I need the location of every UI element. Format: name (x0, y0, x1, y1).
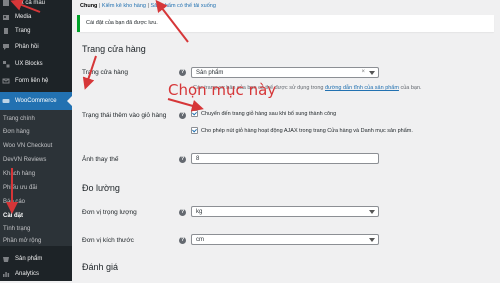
ajax-add-to-cart-checkbox[interactable] (191, 127, 198, 134)
submenu-item-orders[interactable]: Đơn hàng (3, 126, 30, 138)
shop-page-label: Trang cửa hàng (82, 69, 129, 76)
media-icon (2, 13, 12, 21)
redirect-to-cart-option[interactable]: Chuyển đến trang giỏ hàng sau khi bổ sun… (191, 110, 336, 117)
settings-main: Chung | Kiểm kê kho hàng | Sản phẩm có t… (72, 0, 500, 281)
checkbox-label: Chuyển đến trang giỏ hàng sau khi bổ sun… (201, 110, 337, 117)
clear-icon[interactable]: × (361, 69, 365, 75)
weight-unit-label: Đơn vị trọng lượng (82, 209, 137, 216)
help-tip-icon[interactable]: ? (179, 69, 186, 76)
mail-icon (2, 77, 12, 85)
comments-icon (2, 43, 12, 51)
description-text: của bạn. (398, 85, 422, 91)
woocommerce-icon (2, 97, 12, 105)
notice-text: Cài đặt của bạn đã được lưu. (86, 20, 158, 26)
section-heading-shop-pages: Trang cửa hàng (82, 44, 146, 54)
sidebar-item-contact-form[interactable]: Form liên hệ (0, 72, 72, 90)
submenu-item-customers[interactable]: Khách hàng (3, 168, 35, 180)
sidebar-item-label: Media (15, 14, 32, 20)
help-tip-icon[interactable]: ? (179, 209, 186, 216)
blocks-icon (2, 60, 12, 68)
products-icon (2, 255, 12, 263)
submenu-item-reports[interactable]: Báo cáo (3, 196, 25, 208)
sidebar-item-ux-blocks[interactable]: UX Blocks (0, 55, 72, 73)
sidebar-item-label: Sản phẩm (15, 256, 43, 262)
submenu-item-woo-vn-checkout[interactable]: Woo VN Checkout (3, 140, 52, 152)
settings-subtabs: Chung | Kiểm kê kho hàng | Sản phẩm có t… (80, 3, 216, 9)
sidebar-item-label: UX Blocks (15, 61, 43, 67)
select-value: cm (196, 237, 204, 243)
submenu-item-home[interactable]: Trang chính (3, 113, 35, 125)
sidebar-item-label: Form liên hệ (15, 78, 49, 84)
sidebar-item-label: Tất cả mẫu (15, 0, 46, 6)
chevron-down-icon (369, 210, 375, 214)
sidebar-item-comments[interactable]: Phản hồi (0, 38, 72, 56)
weight-unit-select[interactable]: kg (191, 206, 379, 217)
section-heading-measurements: Đo lường (82, 183, 120, 193)
shop-page-select[interactable]: Sản phẩm × (191, 67, 379, 78)
sidebar-item-label: Phản hồi (15, 44, 39, 50)
sidebar-item-label: WooCommerce (15, 98, 57, 104)
redirect-to-cart-checkbox[interactable] (191, 110, 198, 117)
page-icon (2, 27, 12, 35)
help-tip-icon[interactable]: ? (179, 112, 186, 119)
add-to-cart-behaviour-label: Trạng thái thêm vào giỏ hàng (82, 112, 167, 119)
tab-general[interactable]: Chung (80, 3, 97, 9)
tab-downloadable-products[interactable]: Sản phẩm có thể tải xuống (150, 3, 215, 9)
select-value: kg (196, 209, 203, 215)
annotation-label: Chọn mục này (168, 81, 277, 99)
select-value: Sản phẩm (196, 70, 224, 76)
placeholder-image-label: Ảnh thay thế (82, 156, 119, 163)
tab-inventory[interactable]: Kiểm kê kho hàng (102, 3, 146, 9)
sidebar-item-woocommerce[interactable]: WooCommerce (0, 92, 72, 110)
submenu-item-extensions[interactable]: Phần mở rộng (3, 235, 41, 247)
dimension-unit-select[interactable]: cm (191, 234, 379, 245)
sidebar-item-label: Trang (15, 28, 31, 34)
success-notice: Cài đặt của bạn đã được lưu. (77, 15, 494, 32)
section-heading-reviews: Đánh giá (82, 262, 119, 272)
submenu-item-status[interactable]: Tình trạng (3, 223, 30, 235)
templates-icon (2, 0, 12, 7)
dimension-unit-label: Đơn vị kích thước (82, 237, 134, 244)
input-value: 8 (196, 156, 200, 162)
help-tip-icon[interactable]: ? (179, 156, 186, 163)
sidebar-item-analytics[interactable]: Analytics (0, 265, 72, 283)
woocommerce-submenu: Trang chính Đơn hàng Woo VN Checkout Dev… (0, 110, 72, 246)
placeholder-image-input[interactable]: 8 (191, 153, 379, 164)
ajax-add-to-cart-option[interactable]: Cho phép nút giỏ hàng hoạt động AJAX tro… (191, 127, 413, 134)
help-tip-icon[interactable]: ? (179, 237, 186, 244)
submenu-item-coupons[interactable]: Phiếu ưu đãi (3, 182, 37, 194)
checkbox-label: Cho phép nút giỏ hàng hoạt động AJAX tro… (201, 127, 413, 134)
product-permalinks-link[interactable]: đường dẫn tĩnh của sản phẩm (325, 85, 399, 91)
submenu-item-settings[interactable]: Cài đặt (3, 210, 23, 222)
submenu-item-devvn-reviews[interactable]: DevVN Reviews (3, 154, 46, 166)
chevron-down-icon (369, 238, 375, 242)
sidebar-item-label: Analytics (15, 271, 40, 277)
analytics-icon (2, 270, 12, 278)
admin-sidebar: Tất cả mẫu Media Trang Phản hồi UX Block… (0, 0, 72, 281)
chevron-down-icon (369, 71, 375, 75)
